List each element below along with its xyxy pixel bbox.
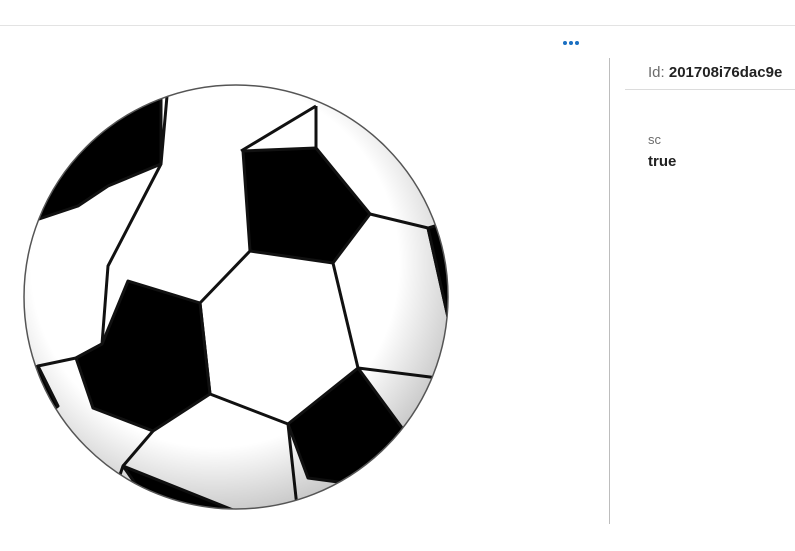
property-value: true: [648, 153, 677, 170]
soccer-ball-image: [23, 84, 449, 510]
id-value: 201708i76dac9e: [668, 64, 783, 81]
id-row: Id: 201708i76dac9e: [648, 64, 782, 81]
id-divider: [625, 89, 795, 90]
more-dot: [569, 41, 573, 45]
more-dot: [575, 41, 579, 45]
property-name: sc: [648, 132, 661, 147]
top-border: [0, 25, 795, 26]
more-dots-icon: [563, 41, 567, 45]
more-options-button[interactable]: [558, 36, 584, 50]
details-panel: Id: 201708i76dac9e sc true: [610, 58, 795, 524]
id-label: Id:: [648, 64, 665, 81]
image-preview: [0, 58, 608, 524]
